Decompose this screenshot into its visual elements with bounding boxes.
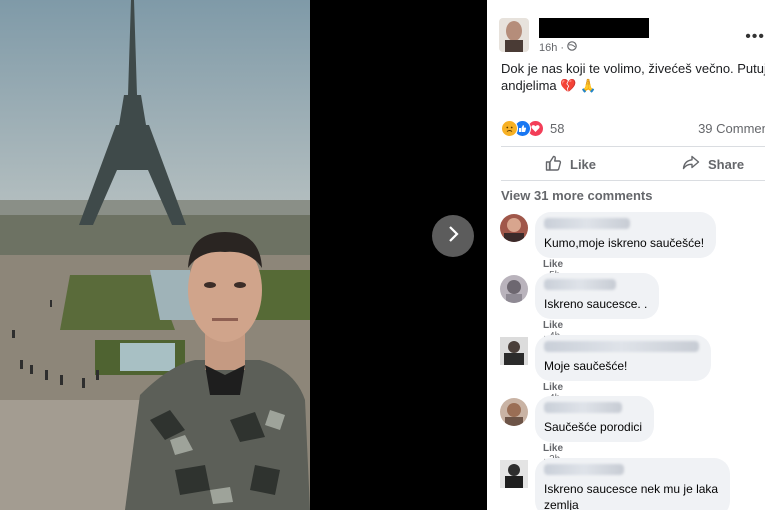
photo-viewer bbox=[0, 0, 487, 510]
comment-text-line-2: zemlja bbox=[544, 498, 579, 510]
post-photo bbox=[0, 0, 310, 510]
share-button-label: Share bbox=[708, 156, 745, 172]
comment-bubble: Kumo,moje iskreno saučešće! bbox=[535, 212, 717, 258]
comment-like-link[interactable]: Like bbox=[543, 259, 563, 270]
more-options-icon[interactable]: ••• bbox=[745, 28, 765, 46]
commenter-name-blurred[interactable] bbox=[544, 218, 630, 229]
divider bbox=[501, 146, 765, 147]
meta-separator: · bbox=[560, 41, 565, 54]
commenter-name-blurred[interactable] bbox=[544, 402, 622, 413]
post-text: Dok je nas koji te volimo, živećeš večno… bbox=[501, 61, 765, 93]
commenter-avatar[interactable] bbox=[500, 337, 528, 365]
comment-text: Kumo,moje iskreno saučešće! bbox=[544, 236, 705, 250]
post-time[interactable]: 16h bbox=[539, 42, 557, 54]
share-icon bbox=[682, 155, 700, 173]
post-header: 16h · ••• bbox=[499, 14, 765, 54]
author-name-redacted bbox=[539, 18, 649, 38]
comment-like-link[interactable]: Like bbox=[543, 382, 563, 393]
post-meta: 16h · bbox=[539, 41, 577, 54]
comment-bubble: Iskreno saucesce nek mu je laka zemlja bbox=[535, 458, 731, 510]
comment-bubble: Saučešće porodici bbox=[535, 396, 655, 442]
commenter-avatar[interactable] bbox=[500, 460, 528, 488]
reaction-count: 58 bbox=[550, 121, 565, 136]
commenter-name-blurred[interactable] bbox=[544, 279, 616, 290]
comment-text: Iskreno saucesce. . bbox=[544, 297, 648, 311]
chevron-right-icon bbox=[446, 225, 460, 248]
commenter-avatar[interactable] bbox=[500, 214, 528, 242]
post-sidebar: 16h · ••• Dok je nas koji te volimo, živ… bbox=[487, 0, 765, 510]
like-button-label: Like bbox=[570, 157, 597, 172]
sad-reaction-icon bbox=[501, 120, 518, 137]
author-avatar[interactable] bbox=[499, 18, 529, 52]
commenter-avatar[interactable] bbox=[500, 398, 528, 426]
next-photo-button[interactable] bbox=[432, 215, 474, 257]
comments-count[interactable]: 39 Comments bbox=[698, 121, 765, 136]
globe-icon bbox=[567, 41, 577, 54]
commenter-name-blurred[interactable] bbox=[544, 464, 624, 475]
reactions-summary[interactable]: 58 bbox=[501, 120, 564, 137]
comment-text: Saučešće porodici bbox=[544, 420, 643, 434]
divider bbox=[501, 180, 765, 181]
comment-like-link[interactable]: Like bbox=[543, 320, 563, 331]
comment-text-line-1: Iskreno saucesce nek mu je laka bbox=[544, 482, 719, 496]
comment-bubble: Iskreno saucesce. . bbox=[535, 273, 660, 319]
commenter-name-blurred[interactable] bbox=[544, 341, 699, 352]
thumbs-up-icon bbox=[545, 155, 562, 174]
commenter-avatar[interactable] bbox=[500, 275, 528, 303]
share-button[interactable]: Share bbox=[682, 155, 744, 173]
like-button[interactable]: Like bbox=[545, 155, 596, 174]
comment-text: Moje saučešće! bbox=[544, 359, 628, 373]
comment-bubble: Moje saučešće! bbox=[535, 335, 711, 381]
comment-like-link[interactable]: Like bbox=[543, 443, 563, 454]
view-more-comments-link[interactable]: View 31 more comments bbox=[501, 188, 653, 203]
